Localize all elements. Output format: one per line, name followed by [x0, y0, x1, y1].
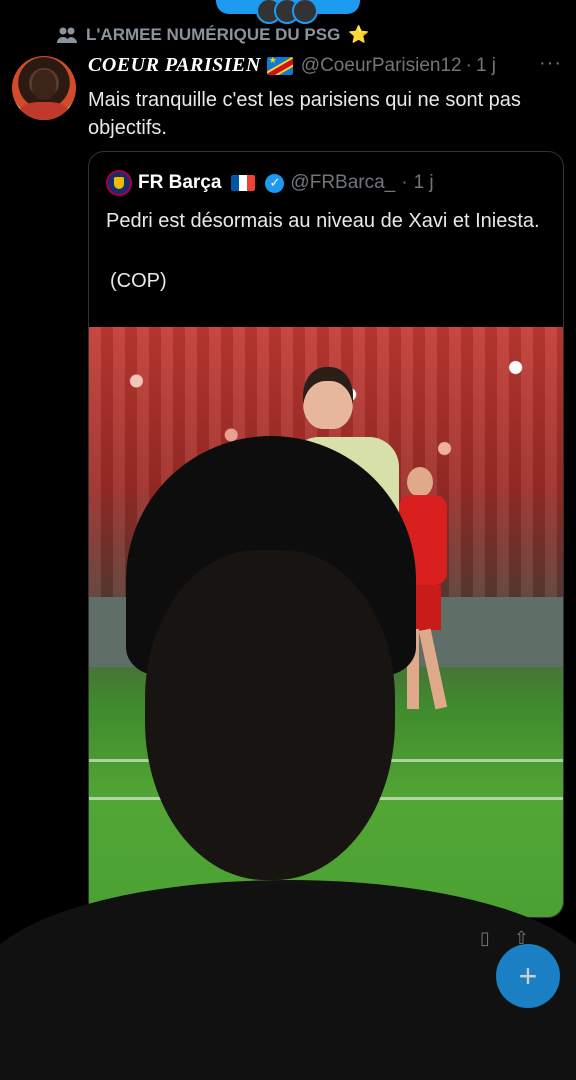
- bookmark-icon[interactable]: ▯: [480, 928, 490, 949]
- quoted-text-line: (COP): [110, 270, 167, 292]
- handle[interactable]: @CoeurParisien12: [301, 55, 462, 77]
- tweet-text: Mais tranquille c'est les parisiens qui …: [88, 89, 521, 139]
- compose-button[interactable]: +: [496, 944, 560, 1008]
- display-name[interactable]: COEUR PARISIEN: [88, 54, 261, 77]
- star-badge-icon: ⭐: [348, 25, 370, 44]
- community-context[interactable]: L'ARMEE NUMÉRIQUE DU PSG ⭐: [56, 25, 370, 45]
- community-name: L'ARMEE NUMÉRIQUE DU PSG: [86, 25, 341, 44]
- quoted-tweet-text: Pedri est désormais au niveau de Xavi et…: [106, 206, 546, 296]
- avatar[interactable]: [12, 56, 76, 120]
- timestamp[interactable]: 1 j: [476, 55, 496, 77]
- quoted-avatar[interactable]: [106, 170, 132, 196]
- quoted-tweet[interactable]: FR Barça ✓ @FRBarca_ · 1 j Pedri est dés…: [88, 151, 564, 918]
- pitch-line: [89, 797, 563, 800]
- quoted-text-line: Pedri est désormais au niveau de Xavi et…: [106, 210, 540, 232]
- tweet-media-image[interactable]: [89, 327, 563, 917]
- tweet-header: COEUR PARISIEN @CoeurParisien12 · 1 j: [88, 54, 568, 77]
- separator: ·: [401, 172, 408, 193]
- new-posts-pill[interactable]: [216, 0, 360, 24]
- quoted-display-name[interactable]: FR Barça: [138, 172, 221, 194]
- quoted-handle[interactable]: @FRBarca_: [290, 172, 395, 194]
- avatar-mini-icon: [292, 0, 318, 24]
- more-options-icon[interactable]: ···: [539, 52, 562, 75]
- pitch-line: [89, 759, 563, 762]
- verified-badge-icon: ✓: [265, 173, 285, 193]
- flag-cd-icon: [266, 56, 293, 75]
- flag-fr-icon: [231, 175, 256, 191]
- community-icon: [57, 27, 77, 43]
- advertising-boards: [89, 597, 563, 667]
- quoted-timestamp[interactable]: 1 j: [414, 172, 434, 194]
- separator: ·: [465, 54, 472, 76]
- player-figure: [289, 367, 399, 517]
- player-figure: [399, 467, 459, 747]
- quoted-tweet-header: FR Barça ✓ @FRBarca_ · 1 j: [106, 170, 434, 196]
